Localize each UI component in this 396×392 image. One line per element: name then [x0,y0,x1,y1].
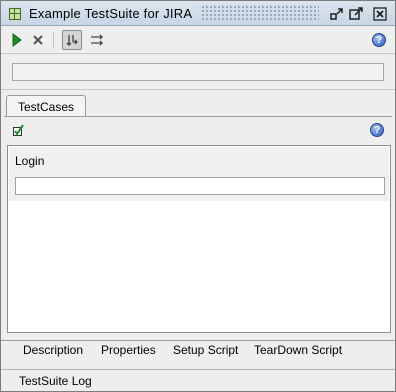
testcase-list: Login [7,145,391,333]
toolbar-separator [53,32,54,48]
sequential-mode-icon[interactable] [62,30,82,50]
tab-properties[interactable]: Properties [99,343,158,357]
testsuite-window: Example TestSuite for JIRA ? TestCases ?… [0,0,396,392]
divider [1,53,395,54]
divider [1,89,395,90]
help-icon: ? [372,33,386,47]
testcase-progress-bar [15,177,385,195]
testsuite-log-label: TestSuite Log [19,374,92,388]
tab-testcases-label: TestCases [17,99,75,114]
tab-setup-script[interactable]: Setup Script [171,343,240,357]
play-icon[interactable] [7,30,27,50]
help-button[interactable]: ? [369,30,389,50]
main-toolbar: ? [1,27,395,53]
inspector-tabs: Description Properties Setup Script Tear… [1,340,395,362]
tab-description[interactable]: Description [21,343,85,357]
help-icon: ? [370,123,384,137]
maximize-icon[interactable] [348,6,364,22]
testcases-toolbar: ? [1,117,395,143]
testsuite-grid-icon [9,8,21,20]
close-icon[interactable] [372,6,388,22]
testsuite-log-bar[interactable]: TestSuite Log [1,369,395,391]
cancel-x-icon[interactable] [28,30,48,50]
testcases-help-button[interactable]: ? [367,120,387,140]
testcase-name: Login [15,154,45,168]
title-bar[interactable]: Example TestSuite for JIRA [1,1,395,26]
parallel-mode-icon[interactable] [87,30,107,50]
tab-teardown-script[interactable]: TearDown Script [252,343,344,357]
testsuite-progress-bar [12,63,384,81]
list-item[interactable]: Login [9,147,389,201]
add-testcase-icon[interactable] [9,120,29,140]
detach-icon[interactable] [329,6,345,22]
window-title: Example TestSuite for JIRA [29,6,197,21]
title-bar-grip [201,5,319,21]
tab-testcases[interactable]: TestCases [6,95,86,117]
